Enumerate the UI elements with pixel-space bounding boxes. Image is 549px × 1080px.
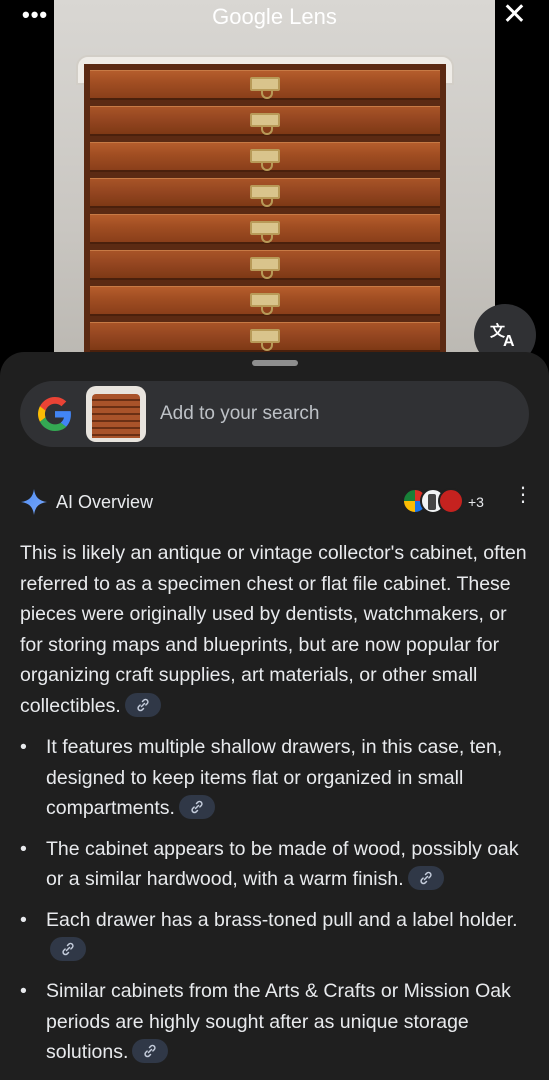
sources-more-count: +3 <box>468 494 484 510</box>
top-bar: ••• Google Lens ✕ <box>0 0 549 36</box>
summary-text: This is likely an antique or vintage col… <box>20 542 527 717</box>
drawer <box>90 286 440 316</box>
add-to-search-bar[interactable]: Add to your search <box>20 381 529 447</box>
link-icon[interactable] <box>407 866 444 891</box>
sparkle-icon <box>21 489 47 515</box>
more-vertical-icon[interactable]: ⋮ <box>513 485 533 505</box>
svg-text:A: A <box>503 333 515 348</box>
page-title: Google Lens <box>212 4 337 29</box>
drawer <box>90 70 440 100</box>
drawer <box>90 106 440 136</box>
list-item: It features multiple shallow drawers, in… <box>20 732 532 824</box>
captured-photo[interactable] <box>54 0 495 380</box>
google-g-icon <box>38 397 71 431</box>
lens-image-area: ••• Google Lens ✕ 文 A <box>0 0 549 380</box>
overview-summary: This is likely an antique or vintage col… <box>20 538 532 722</box>
drawer-pull-icon <box>250 257 280 279</box>
drag-handle[interactable] <box>252 360 298 366</box>
drawer <box>90 214 440 244</box>
cabinet-illustration <box>84 64 446 380</box>
bullet-text: It features multiple shallow drawers, in… <box>46 736 503 820</box>
link-icon[interactable] <box>132 1039 169 1064</box>
image-thumbnail[interactable] <box>86 386 146 442</box>
drawer-pull-icon <box>250 293 280 315</box>
drawer-pull-icon <box>250 185 280 207</box>
link-icon[interactable] <box>124 692 161 717</box>
drawer-pull-icon <box>250 113 280 135</box>
close-icon[interactable]: ✕ <box>502 0 527 30</box>
results-sheet: Add to your search AI Overview +3 ⋮ This… <box>0 352 549 1080</box>
bullet-text: Each drawer has a brass-toned pull and a… <box>46 908 518 931</box>
source-avatar <box>438 488 464 514</box>
drawer <box>90 250 440 280</box>
sources-stack[interactable]: +3 <box>402 488 484 516</box>
drawer-pull-icon <box>250 329 280 351</box>
link-icon[interactable] <box>178 795 215 820</box>
drawer <box>90 178 440 208</box>
drawer-pull-icon <box>250 77 280 99</box>
list-item: Similar cabinets from the Arts & Crafts … <box>20 976 532 1068</box>
overview-bullets: It features multiple shallow drawers, in… <box>20 732 532 1078</box>
list-item: Each drawer has a brass-toned pull and a… <box>20 905 532 966</box>
ai-overview-title: AI Overview <box>56 492 154 512</box>
drawer-pull-icon <box>250 221 280 243</box>
drawer <box>90 322 440 352</box>
search-placeholder: Add to your search <box>160 403 320 424</box>
ai-overview-header: AI Overview +3 ⋮ <box>20 485 533 518</box>
bullet-text: Similar cabinets from the Arts & Crafts … <box>46 980 511 1064</box>
bullet-text: The cabinet appears to be made of wood, … <box>46 837 519 891</box>
translate-icon: 文 A <box>490 322 515 348</box>
drawer <box>90 142 440 172</box>
thumbnail-cabinet <box>92 394 140 438</box>
link-icon[interactable] <box>50 937 86 962</box>
list-item: The cabinet appears to be made of wood, … <box>20 834 532 895</box>
drawer-pull-icon <box>250 149 280 171</box>
